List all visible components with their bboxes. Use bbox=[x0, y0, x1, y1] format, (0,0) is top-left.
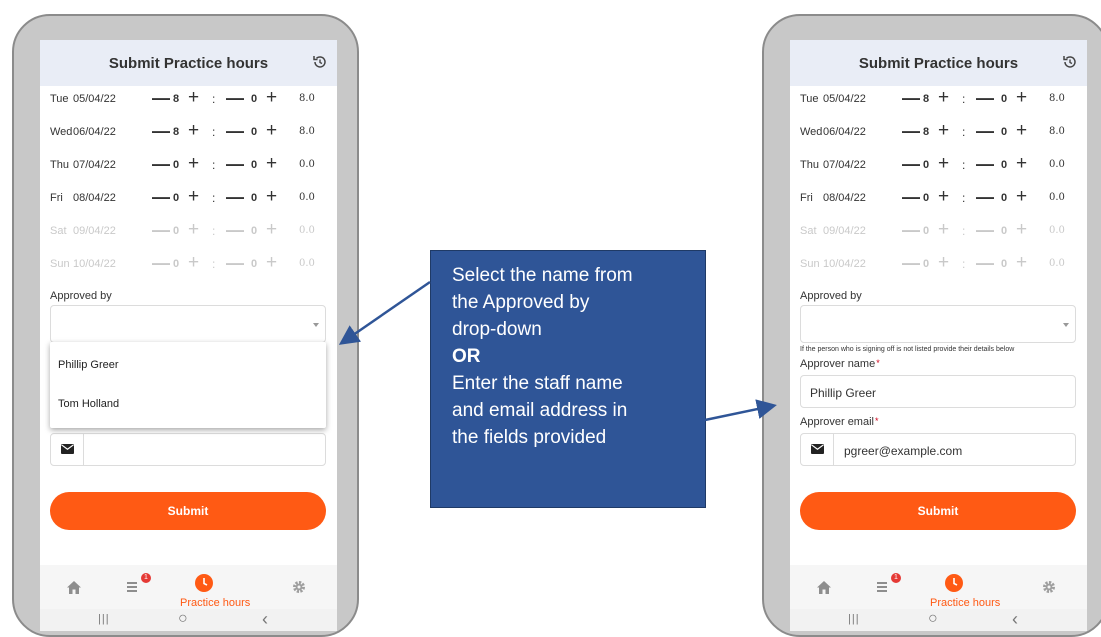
dropdown-option-tom-holland[interactable]: Tom Holland bbox=[58, 398, 119, 410]
dropdown-option-phillip-greer[interactable]: Phillip Greer bbox=[58, 359, 119, 371]
approved-by-dropdown: Phillip Greer Tom Holland bbox=[50, 342, 326, 428]
arrow-to-dropdown bbox=[338, 280, 431, 345]
callout-arrows bbox=[338, 280, 777, 422]
arrow-to-fields bbox=[704, 399, 777, 422]
